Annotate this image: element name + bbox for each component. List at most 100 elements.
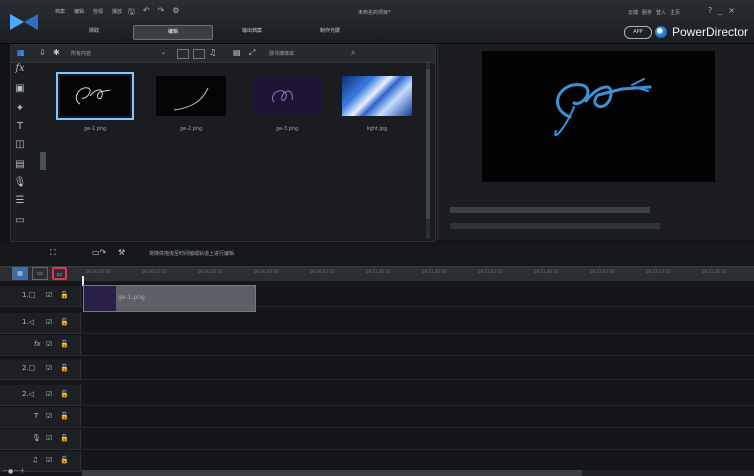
checkbox-icon[interactable]: ☑	[46, 364, 52, 372]
menu-file[interactable]: 档案	[55, 8, 65, 15]
transition-room-icon[interactable]: ◫	[13, 138, 27, 152]
storyboard-view-icon[interactable]: ▭	[32, 267, 48, 280]
media-room-icon[interactable]: ▦	[17, 48, 25, 58]
library-filter[interactable]: 所有内容	[71, 50, 91, 57]
timeline-toolbar: ⛶ ▭↷ ⚒	[0, 243, 754, 265]
checkbox-icon[interactable]: ☑	[46, 434, 52, 442]
lock-icon[interactable]: 🔓	[60, 434, 69, 442]
ruler-tick: 00:00:53:10	[310, 269, 335, 274]
chapter-room-icon[interactable]: ☰	[13, 194, 27, 208]
ruler-tick: 00:01:06:20	[366, 269, 391, 274]
expand-icon[interactable]: ⤢	[249, 48, 255, 58]
search-icon[interactable]: ⌕	[351, 48, 355, 58]
curve-thumbnail	[173, 87, 209, 111]
track-lane[interactable]	[80, 313, 754, 334]
search-input[interactable]: 搜寻媒体库	[269, 50, 294, 57]
track-lane[interactable]	[80, 385, 754, 406]
checkbox-icon[interactable]: ☑	[46, 340, 52, 348]
filter-audio-icon[interactable]: ♫	[209, 48, 216, 58]
checkbox-icon[interactable]: ☑	[46, 390, 52, 398]
tools-icon[interactable]: ⚒	[118, 248, 125, 257]
menu-cloud[interactable]: 云端	[628, 9, 638, 16]
split-icon[interactable]: ▭↷	[92, 248, 106, 257]
track-label: ♫	[32, 456, 39, 464]
track-header-effect[interactable]: fx ☑ 🔓	[0, 335, 80, 356]
track-lane[interactable]	[80, 335, 754, 356]
menu-home[interactable]: 主页	[670, 9, 680, 16]
checkbox-icon[interactable]: ☑	[46, 291, 52, 299]
media-thumb-ge-3[interactable]	[252, 76, 322, 116]
track-header-audio-2[interactable]: 2.◁ ☑ 🔓	[0, 385, 80, 406]
track-header-video-1[interactable]: 1.□ ☑ 🔓	[0, 286, 80, 307]
lock-icon[interactable]: 🔓	[60, 291, 69, 299]
tab-create-disc[interactable]: 制作光碟	[291, 25, 369, 38]
track-lane[interactable]	[80, 359, 754, 380]
minimize-icon[interactable]: _	[718, 6, 722, 15]
filter-video-icon[interactable]	[177, 49, 189, 59]
chevron-down-icon[interactable]: ⌄	[161, 48, 166, 58]
settings-icon[interactable]: ⚙	[172, 6, 179, 20]
timeline-scrollbar[interactable]	[82, 470, 754, 476]
zoom-slider[interactable]: －●－＋	[2, 466, 25, 475]
library-toolbar: ▦ ⇩ ✱ 所有内容 ⌄ ♫ ▤ ⤢ 搜寻媒体库 ⌕	[11, 45, 435, 63]
app-badge[interactable]: APP	[624, 26, 652, 39]
view-grid-icon[interactable]: ▤	[233, 48, 241, 58]
track-header-title[interactable]: T ☑ 🔓	[0, 407, 80, 428]
voice-over-icon[interactable]: 🎙	[13, 176, 27, 190]
tab-edit[interactable]: 编辑	[133, 25, 213, 40]
lock-icon[interactable]: 🔓	[60, 390, 69, 398]
track-manager-icon[interactable]: ▭	[52, 267, 67, 280]
track-header-video-2[interactable]: 2.□ ☑ 🔓	[0, 359, 80, 380]
fit-icon[interactable]: ⛶	[50, 248, 56, 258]
media-thumb-ge-2[interactable]	[156, 76, 226, 116]
media-thumb-light[interactable]	[342, 76, 412, 116]
title-room-icon[interactable]: T	[13, 120, 27, 134]
effects-room-icon[interactable]: fx	[13, 62, 27, 76]
undo-icon[interactable]: ↶	[143, 6, 150, 20]
lock-icon[interactable]: 🔓	[60, 364, 69, 372]
media-library: ▦ ⇩ ✱ 所有内容 ⌄ ♫ ▤ ⤢ 搜寻媒体库 ⌕	[10, 44, 436, 242]
particle-room-icon[interactable]: ✦	[13, 102, 27, 116]
save-icon[interactable]: 🖫	[128, 6, 135, 20]
menu-view[interactable]: 检视	[93, 8, 103, 15]
track-lane[interactable]	[80, 407, 754, 428]
help-icon[interactable]: ?	[708, 6, 712, 15]
track-header-voice[interactable]: 🎙 ☑ 🔓	[0, 429, 80, 450]
import-icon[interactable]: ⇩	[39, 48, 46, 58]
panel-resize-handle[interactable]	[40, 152, 46, 170]
lock-icon[interactable]: 🔓	[60, 412, 69, 420]
ruler-tick: 00:00:13:10	[142, 269, 167, 274]
tab-capture[interactable]: 撷取	[55, 25, 133, 38]
lock-icon[interactable]: 🔓	[60, 340, 69, 348]
track-header-audio-1[interactable]: 1.◁ ☑ 🔓	[0, 313, 80, 334]
account-menu: 云端 服务 登入 主页	[628, 9, 680, 16]
track-lane[interactable]	[80, 451, 754, 472]
menu-login[interactable]: 登入	[656, 9, 666, 16]
media-thumb-ge-1[interactable]	[56, 72, 134, 120]
pip-room-icon[interactable]: ▣	[13, 82, 27, 96]
menu-edit[interactable]: 编辑	[74, 8, 84, 15]
redo-icon[interactable]: ↷	[158, 6, 165, 20]
timeline-ruler[interactable]: 00:00:00:00 00:00:13:10 00:00:26:20 00:0…	[82, 267, 754, 279]
playback-slider[interactable]	[450, 207, 650, 213]
audio-mixing-icon[interactable]: ▤	[13, 158, 27, 172]
menu-play[interactable]: 播放	[112, 8, 122, 15]
close-icon[interactable]: ×	[728, 6, 735, 15]
timeline-hint: 将媒体拖曳至时间轴或轨道上进行编辑	[149, 251, 235, 257]
filter-image-icon[interactable]	[193, 49, 205, 59]
subtitle-room-icon[interactable]: ▭	[13, 214, 27, 228]
checkbox-icon[interactable]: ☑	[46, 318, 52, 326]
library-scrollbar[interactable]	[426, 63, 430, 239]
timeline-clip[interactable]: ge-1.png	[83, 285, 256, 312]
checkbox-icon[interactable]: ☑	[46, 456, 52, 464]
tab-produce[interactable]: 输出档案	[213, 25, 291, 38]
transport-buttons[interactable]	[450, 223, 660, 229]
lock-icon[interactable]: 🔓	[60, 456, 69, 464]
menu-service[interactable]: 服务	[642, 9, 652, 16]
timeline-view-icon[interactable]: ▦	[12, 267, 28, 280]
track-lane[interactable]	[80, 429, 754, 450]
lock-icon[interactable]: 🔓	[60, 318, 69, 326]
plugin-icon[interactable]: ✱	[53, 48, 60, 58]
clip-thumbnail	[84, 286, 116, 311]
checkbox-icon[interactable]: ☑	[46, 412, 52, 420]
